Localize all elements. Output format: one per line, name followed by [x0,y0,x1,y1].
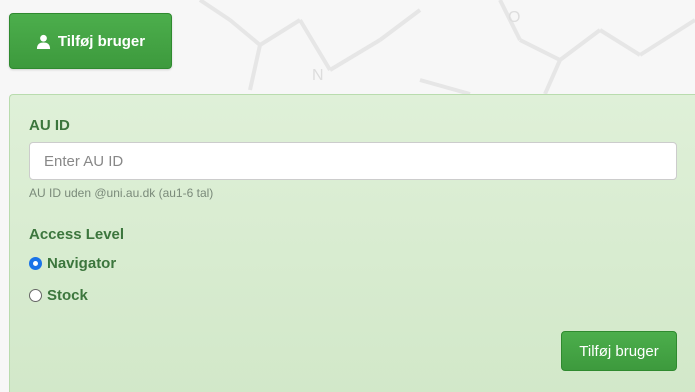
au-id-label: AU ID [29,117,70,134]
svg-text:N: N [312,67,324,84]
stock-label: Stock [47,287,88,304]
stock-radio[interactable] [29,289,42,302]
au-id-help-text: AU ID uden @uni.au.dk (au1-6 tal) [29,186,214,200]
add-user-submit-label: Tilføj bruger [579,342,659,360]
navigator-label: Navigator [47,255,117,272]
add-user-header-label: Tilføj bruger [57,32,146,50]
au-id-input[interactable] [29,142,677,180]
add-user-form-panel: AU ID AU ID uden @uni.au.dk (au1-6 tal) … [9,94,695,392]
user-icon [36,34,50,49]
access-option-stock[interactable]: Stock [29,287,88,304]
svg-text:O: O [508,9,520,26]
access-option-navigator[interactable]: Navigator [29,255,116,272]
add-user-header-button[interactable]: Tilføj bruger [9,13,172,69]
add-user-submit-button[interactable]: Tilføj bruger [561,331,677,371]
navigator-radio[interactable] [29,257,42,270]
access-level-label: Access Level [29,226,125,243]
